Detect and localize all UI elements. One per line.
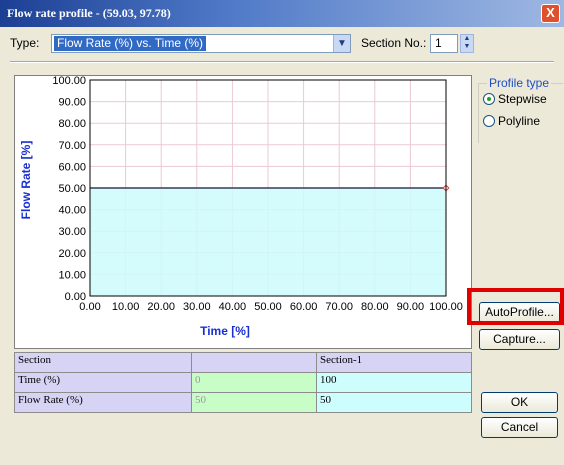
capture-button[interactable]: Capture... <box>479 329 560 350</box>
x-tick-label: 30.00 <box>183 301 211 313</box>
profile-type-title: Profile type <box>487 76 552 90</box>
window-title: Flow rate profile - (59.03, 97.78) <box>7 6 171 20</box>
polyline-radio[interactable] <box>483 115 495 127</box>
x-tick-label: 20.00 <box>147 301 175 313</box>
y-tick-label: 50.00 <box>58 183 86 195</box>
type-dropdown-value: Flow Rate (%) vs. Time (%) <box>54 36 207 51</box>
flow-rate-chart: 0.00 10.00 20.00 30.00 40.00 50.00 60.00 70.00 8… <box>19 75 463 338</box>
separator <box>10 61 554 63</box>
section-table: Section Section-1 Time (%) 0 100 Flow Ra… <box>14 352 472 413</box>
table-cell[interactable]: 50 <box>191 392 317 413</box>
polyline-label[interactable]: Polyline <box>498 114 540 128</box>
stepwise-label[interactable]: Stepwise <box>498 92 547 106</box>
x-tick-label: 10.00 <box>112 301 140 313</box>
y-tick-label: 10.00 <box>58 269 86 281</box>
stepwise-radio[interactable] <box>483 93 495 105</box>
close-button[interactable]: X <box>541 4 560 23</box>
table-header-cell <box>191 352 317 373</box>
chart-panel: 0.00 10.00 20.00 30.00 40.00 50.00 60.00 70.00 8… <box>14 75 472 349</box>
y-tick-label: 80.00 <box>58 118 86 130</box>
x-tick-label: 70.00 <box>325 301 353 313</box>
row-label-time: Time (%) <box>14 372 192 393</box>
y-tick-label: 20.00 <box>58 248 86 260</box>
section-number-input[interactable]: 1 <box>430 34 458 53</box>
type-label: Type: <box>10 36 40 50</box>
y-tick-label: 100.00 <box>52 76 86 87</box>
table-row: Flow Rate (%) 50 50 <box>14 392 472 413</box>
table-cell[interactable]: 50 <box>316 392 472 413</box>
section-spinner[interactable]: ▲ ▼ <box>460 34 474 53</box>
flow-area-fill <box>90 188 446 296</box>
x-tick-label: 80.00 <box>361 301 389 313</box>
title-bar: Flow rate profile - (59.03, 97.78) X <box>0 0 564 27</box>
x-tick-label: 50.00 <box>254 301 282 313</box>
y-tick-label: 70.00 <box>58 140 86 152</box>
x-axis-label: Time [%] <box>200 324 250 338</box>
x-tick-label: 60.00 <box>290 301 318 313</box>
table-header-cell: Section-1 <box>316 352 472 373</box>
y-tick-label: 30.00 <box>58 226 86 238</box>
highlight-box <box>467 288 564 325</box>
table-cell[interactable]: 100 <box>316 372 472 393</box>
table-row: Time (%) 0 100 <box>14 372 472 393</box>
flow-rate-profile-dialog: Flow rate profile - (59.03, 97.78) X Typ… <box>0 0 564 465</box>
table-cell[interactable]: 0 <box>191 372 317 393</box>
x-tick-label: 40.00 <box>219 301 247 313</box>
y-tick-label: 90.00 <box>58 97 86 109</box>
x-tick-label: 90.00 <box>397 301 425 313</box>
y-axis-label: Flow Rate [%] <box>19 141 33 220</box>
close-icon: X <box>546 5 555 20</box>
x-tick-label: 100.00 <box>429 301 463 313</box>
spin-down-icon[interactable]: ▼ <box>461 43 473 51</box>
y-tick-label: 40.00 <box>58 205 86 217</box>
cancel-button[interactable]: Cancel <box>481 417 558 438</box>
ok-button[interactable]: OK <box>481 392 558 413</box>
spin-up-icon[interactable]: ▲ <box>461 35 473 43</box>
section-label: Section No.: <box>361 36 427 50</box>
table-header-row: Section Section-1 <box>14 352 472 373</box>
chevron-down-icon[interactable]: ▼ <box>333 35 350 52</box>
row-label-flow-rate: Flow Rate (%) <box>14 392 192 413</box>
type-dropdown[interactable]: Flow Rate (%) vs. Time (%) ▼ <box>51 34 351 53</box>
y-tick-label: 60.00 <box>58 161 86 173</box>
x-tick-label: 0.00 <box>79 301 100 313</box>
table-header-cell: Section <box>14 352 192 373</box>
